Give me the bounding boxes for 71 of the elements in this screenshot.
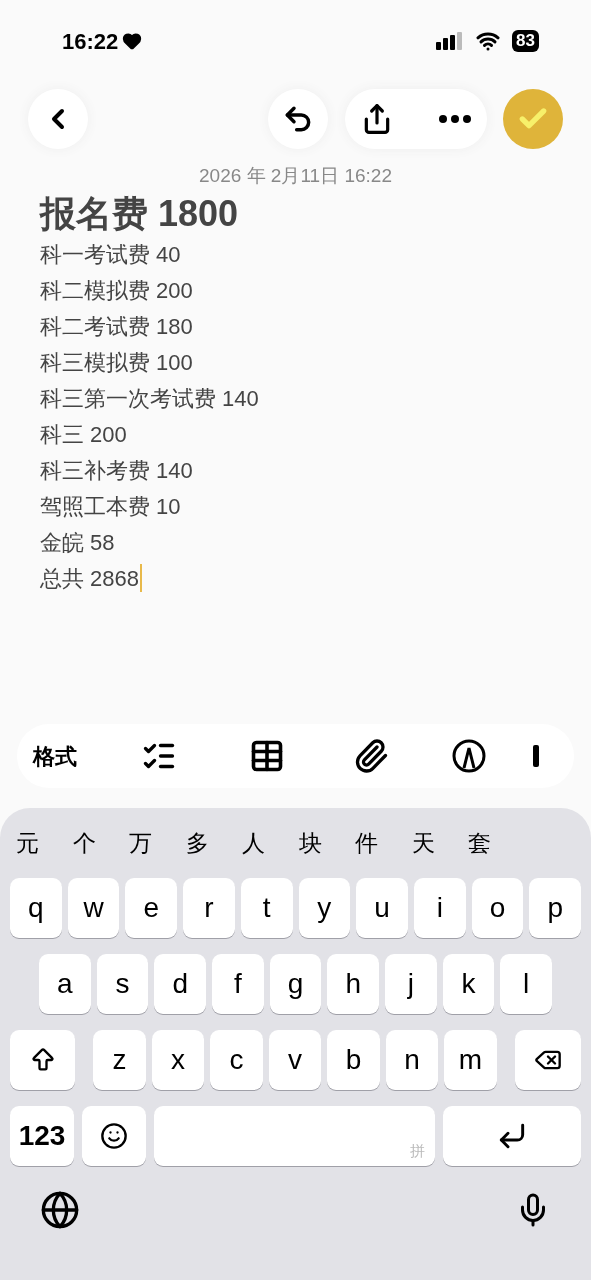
note-line: 科三 200 — [40, 420, 127, 449]
letter-key[interactable]: k — [442, 954, 495, 1014]
letter-key[interactable]: b — [327, 1030, 380, 1090]
letter-key[interactable]: l — [500, 954, 553, 1014]
letter-key[interactable]: o — [471, 878, 524, 938]
letter-key[interactable]: p — [529, 878, 582, 938]
smiley-icon — [100, 1122, 128, 1150]
letter-key[interactable]: v — [268, 1030, 322, 1090]
backspace-key[interactable] — [515, 1030, 581, 1090]
candidate-word[interactable]: 件 — [349, 825, 406, 861]
globe-icon — [40, 1190, 80, 1230]
letter-key[interactable]: w — [67, 878, 120, 938]
text-cursor — [140, 564, 143, 592]
letter-key[interactable]: t — [240, 878, 293, 938]
return-key[interactable] — [443, 1106, 581, 1166]
letter-key[interactable]: q — [10, 878, 62, 938]
candidate-word[interactable]: 个 — [66, 825, 123, 861]
letter-key[interactable]: z — [93, 1030, 146, 1090]
more-button[interactable] — [439, 115, 471, 123]
letter-key[interactable]: e — [125, 878, 178, 938]
letter-key[interactable]: d — [154, 954, 206, 1014]
letter-key[interactable]: y — [298, 878, 351, 938]
candidate-word[interactable]: 元 — [10, 825, 67, 861]
note-line: 科三补考费 140 — [40, 456, 193, 485]
status-time: 16:22 — [62, 27, 119, 56]
format-button[interactable]: 格式 — [33, 739, 113, 773]
letter-key[interactable]: u — [356, 878, 408, 938]
candidate-word[interactable]: 天 — [405, 825, 462, 861]
paperclip-icon — [353, 738, 389, 774]
signal-icon — [436, 32, 465, 50]
letter-key[interactable]: h — [327, 954, 380, 1014]
letter-key[interactable]: m — [444, 1030, 497, 1090]
letter-key[interactable]: f — [212, 954, 264, 1014]
letter-key[interactable]: s — [96, 954, 149, 1014]
input-method-hint: 拼 — [410, 1140, 425, 1161]
letter-key[interactable]: r — [183, 878, 235, 938]
letter-key[interactable]: i — [413, 878, 466, 938]
letter-key[interactable]: g — [269, 954, 322, 1014]
more-icon — [439, 115, 471, 123]
note-line: 科三模拟费 100 — [40, 348, 193, 377]
letter-key[interactable]: c — [210, 1030, 263, 1090]
letter-key[interactable]: n — [385, 1030, 439, 1090]
markup-button[interactable] — [451, 738, 487, 774]
note-line: 科三第一次考试费 140 — [40, 384, 259, 413]
attachment-button[interactable] — [353, 738, 389, 774]
note-date: 2026 年 2月11日 16:22 — [198, 164, 393, 188]
numbers-key[interactable]: 123 — [10, 1106, 74, 1166]
table-button[interactable] — [249, 738, 285, 774]
candidate-word[interactable]: 万 — [123, 825, 180, 861]
candidate-word[interactable]: 块 — [292, 825, 349, 861]
pen-tip-icon — [451, 738, 487, 774]
table-icon — [249, 738, 285, 774]
candidate-word[interactable]: 多 — [179, 825, 236, 861]
letter-key[interactable]: a — [39, 954, 91, 1014]
letter-key[interactable]: x — [151, 1030, 205, 1090]
heart-icon — [122, 31, 143, 51]
emoji-key[interactable] — [82, 1106, 146, 1166]
candidate-word[interactable]: 人 — [236, 825, 293, 861]
note-line: 驾照工本费 10 — [40, 492, 181, 521]
note-line: 科二考试费 180 — [40, 312, 193, 341]
note-title: 报名费 1800 — [40, 192, 240, 236]
shift-key[interactable] — [10, 1030, 75, 1090]
note-line: 金皖 58 — [40, 528, 115, 557]
letter-key[interactable]: j — [385, 954, 437, 1014]
note-line: 总共 2868 — [40, 564, 140, 593]
battery-indicator: 83 — [512, 30, 539, 52]
partial-icon[interactable] — [533, 745, 539, 767]
globe-button[interactable] — [40, 1190, 80, 1230]
note-line: 科二模拟费 200 — [40, 276, 193, 305]
candidate-word[interactable]: 套 — [462, 825, 519, 861]
note-line: 科一考试费 40 — [40, 240, 181, 269]
